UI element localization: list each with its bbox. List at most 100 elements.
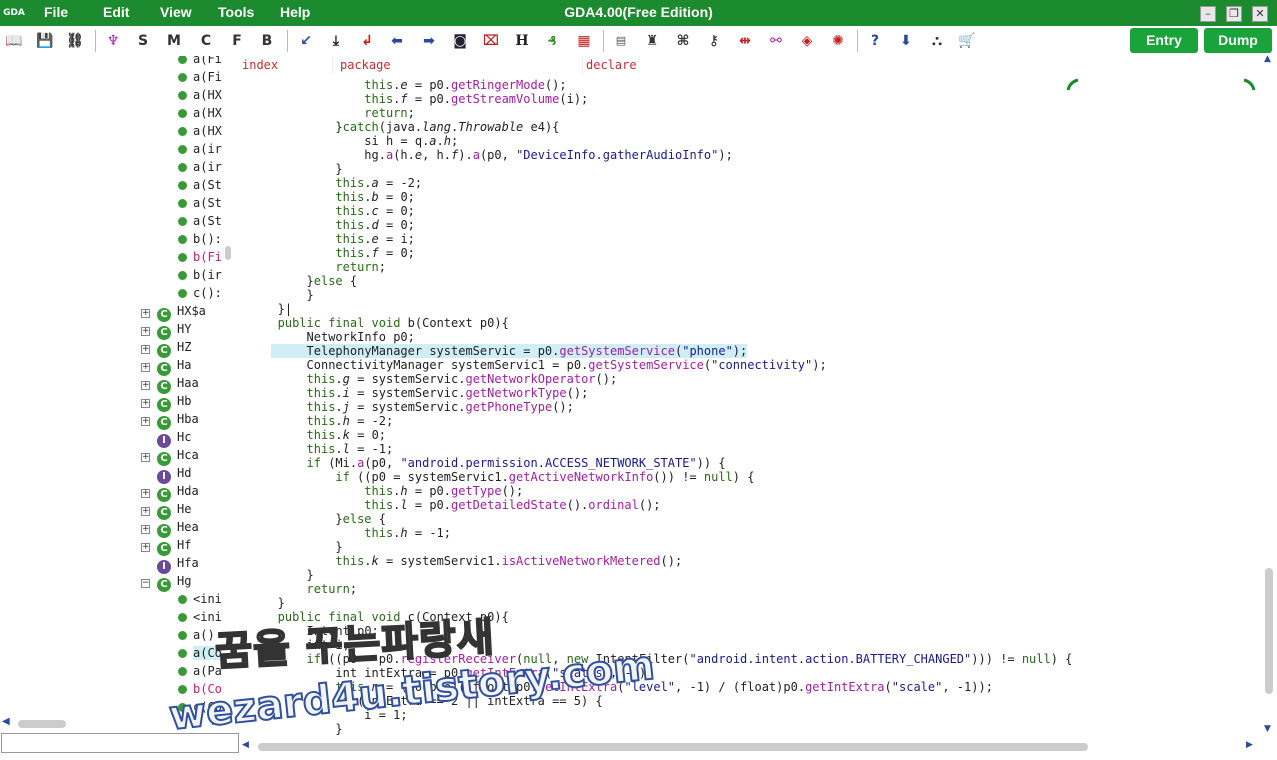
help-icon[interactable]: ? bbox=[865, 31, 885, 51]
code-line[interactable]: this.c = 0; bbox=[240, 204, 415, 218]
code-horizontal-scrollbar[interactable]: ◀ ▶ bbox=[240, 740, 1262, 754]
expand-icon[interactable]: + bbox=[141, 489, 150, 498]
close-button[interactable]: ✕ bbox=[1252, 6, 1268, 22]
search-x-icon[interactable]: ⌧ bbox=[481, 31, 501, 51]
expand-icon[interactable]: + bbox=[141, 309, 150, 318]
checkmark-arrow-icon[interactable]: ↙ bbox=[296, 31, 316, 51]
code-line[interactable]: this.j = systemServic.getPhoneType(); bbox=[240, 400, 574, 414]
column-declare[interactable]: declare bbox=[586, 56, 637, 74]
tree-class-item[interactable]: + C HX$a bbox=[141, 304, 206, 322]
cart-icon[interactable]: 🛒 bbox=[957, 31, 977, 51]
tree-method-item[interactable]: a() bbox=[178, 628, 215, 646]
code-line[interactable]: }catch(java.lang.Throwable e4){ bbox=[240, 120, 559, 134]
expand-icon[interactable]: + bbox=[141, 399, 150, 408]
tree-class-item[interactable]: + C Hca bbox=[141, 448, 199, 466]
code-line[interactable]: this.l = p0.getDetailedState().ordinal()… bbox=[240, 498, 660, 512]
update-download-icon[interactable]: ⬇ bbox=[896, 31, 916, 51]
link-icon[interactable]: ⛓ bbox=[65, 31, 85, 51]
expand-icon[interactable]: + bbox=[141, 417, 150, 426]
toolbar-c-button[interactable]: C bbox=[196, 31, 216, 51]
expand-icon[interactable]: + bbox=[141, 363, 150, 372]
code-line[interactable]: TelephonyManager systemServic = p0.getSy… bbox=[271, 344, 748, 358]
code-line[interactable]: if ((p0 = systemServic1.getActiveNetwork… bbox=[240, 470, 754, 484]
tree-scroll-thumb[interactable] bbox=[225, 246, 231, 260]
code-line[interactable]: this.e = p0.getRingerMode(); bbox=[240, 78, 566, 92]
code-line[interactable]: this.f = 0; bbox=[240, 246, 415, 260]
tree-method-item[interactable]: a(HX bbox=[178, 88, 222, 106]
tree-method-item[interactable]: c(): bbox=[178, 286, 222, 304]
tree-icon[interactable]: ♆ bbox=[103, 31, 123, 51]
code-line[interactable]: this.b = 0; bbox=[240, 190, 415, 204]
return-arrow-icon[interactable]: ↲ bbox=[357, 31, 377, 51]
expand-icon[interactable]: + bbox=[141, 327, 150, 336]
tree-method-item[interactable]: a(HX bbox=[178, 106, 222, 124]
code-vertical-scrollbar[interactable]: ▲ ▼ bbox=[1262, 54, 1277, 740]
entry-button[interactable]: Entry bbox=[1130, 28, 1198, 53]
expand-icon[interactable]: + bbox=[141, 381, 150, 390]
code-line[interactable]: if (Mi.a(p0, "android.permission.ACCESS_… bbox=[240, 456, 726, 470]
tree-class-item[interactable]: + C Hba bbox=[141, 412, 199, 430]
column-package[interactable]: package bbox=[340, 56, 391, 74]
code-line[interactable]: this.k = systemServic1.isActiveNetworkMe… bbox=[240, 554, 682, 568]
save-icon[interactable]: 💾 bbox=[35, 31, 55, 51]
tree-method-item[interactable]: a(St bbox=[178, 214, 222, 232]
toolbar-m-button[interactable]: M bbox=[164, 31, 184, 51]
download-icon[interactable]: ⤓ bbox=[326, 31, 346, 51]
code-line[interactable]: } bbox=[240, 596, 285, 610]
tree-method-item[interactable]: a(St bbox=[178, 178, 222, 196]
code-line[interactable]: NetworkInfo p0; bbox=[240, 330, 415, 344]
tree-class-item[interactable]: + C HZ bbox=[141, 340, 191, 358]
tree-class-item[interactable]: I Hc bbox=[141, 430, 191, 448]
toolbar-s-button[interactable]: S bbox=[133, 31, 153, 51]
code-line[interactable]: return; bbox=[240, 106, 415, 120]
xml-icon[interactable]: ▤ bbox=[611, 31, 631, 51]
code-line[interactable]: this.h = p0.getType(); bbox=[240, 484, 523, 498]
tree-class-item[interactable]: I Hfa bbox=[141, 556, 199, 574]
restore-button[interactable]: ❐ bbox=[1226, 6, 1242, 22]
code-line[interactable]: } bbox=[240, 540, 342, 554]
expand-icon[interactable]: + bbox=[141, 507, 150, 516]
dump-button[interactable]: Dump bbox=[1204, 28, 1272, 53]
tree-method-item[interactable]: b(): bbox=[178, 232, 222, 250]
tree-class-item[interactable]: + C Hf bbox=[141, 538, 191, 556]
minimize-button[interactable]: – bbox=[1200, 6, 1216, 22]
tree-method-item[interactable]: b(ir bbox=[178, 268, 222, 286]
tree-class-item[interactable]: + C Ha bbox=[141, 358, 191, 376]
code-line[interactable]: this.i = systemServic.getNetworkType(); bbox=[240, 386, 589, 400]
tree-class-item[interactable]: + C Hb bbox=[141, 394, 191, 412]
network-icon[interactable]: ⛬ bbox=[927, 31, 947, 51]
virus-icon[interactable]: ✺ bbox=[828, 31, 848, 51]
key-icon[interactable]: ⚷ bbox=[704, 31, 724, 51]
code-line[interactable]: this.a = -2; bbox=[240, 176, 422, 190]
column-index[interactable]: index bbox=[242, 56, 278, 74]
crossref-icon[interactable]: ⇹ bbox=[735, 31, 755, 51]
code-line[interactable]: }else { bbox=[240, 512, 386, 526]
expand-icon[interactable]: + bbox=[141, 345, 150, 354]
expand-icon[interactable]: + bbox=[141, 543, 150, 552]
back-arrow-icon[interactable]: ⬅ bbox=[387, 31, 407, 51]
code-line[interactable]: }| bbox=[240, 302, 292, 316]
code-line[interactable]: this.l = -1; bbox=[240, 442, 394, 456]
code-line[interactable]: this.f = p0.getStreamVolume(i); bbox=[240, 92, 588, 106]
tree-class-item[interactable]: + C Hda bbox=[141, 484, 199, 502]
code-line[interactable]: this.e = i; bbox=[240, 232, 415, 246]
code-line[interactable]: return; bbox=[240, 260, 386, 274]
tree-method-item[interactable]: a(ir bbox=[178, 160, 222, 178]
code-line[interactable]: public final void b(Context p0){ bbox=[240, 316, 509, 330]
tree-method-item[interactable]: b(Fi bbox=[178, 250, 222, 268]
expand-icon[interactable]: + bbox=[141, 453, 150, 462]
code-line[interactable]: this.h = -1; bbox=[240, 526, 451, 540]
tree-class-item[interactable]: + C HY bbox=[141, 322, 191, 340]
toolbar-b-button[interactable]: B bbox=[257, 31, 277, 51]
expand-icon[interactable]: + bbox=[141, 525, 150, 534]
string-icon[interactable]: ₰ bbox=[542, 31, 562, 51]
tree-method-item[interactable]: a(Fi bbox=[178, 56, 222, 70]
tree-class-item[interactable]: − C Hg bbox=[141, 574, 191, 592]
toolbar-f-button[interactable]: F bbox=[227, 31, 247, 51]
command-icon[interactable]: ⌘ bbox=[673, 31, 693, 51]
flow-icon[interactable]: ◈ bbox=[797, 31, 817, 51]
tree-method-item[interactable]: a(St bbox=[178, 196, 222, 214]
code-line[interactable]: }else { bbox=[240, 274, 358, 288]
code-line[interactable]: this.g = systemServic.getNetworkOperator… bbox=[240, 372, 618, 386]
tree-class-item[interactable]: I Hd bbox=[141, 466, 191, 484]
